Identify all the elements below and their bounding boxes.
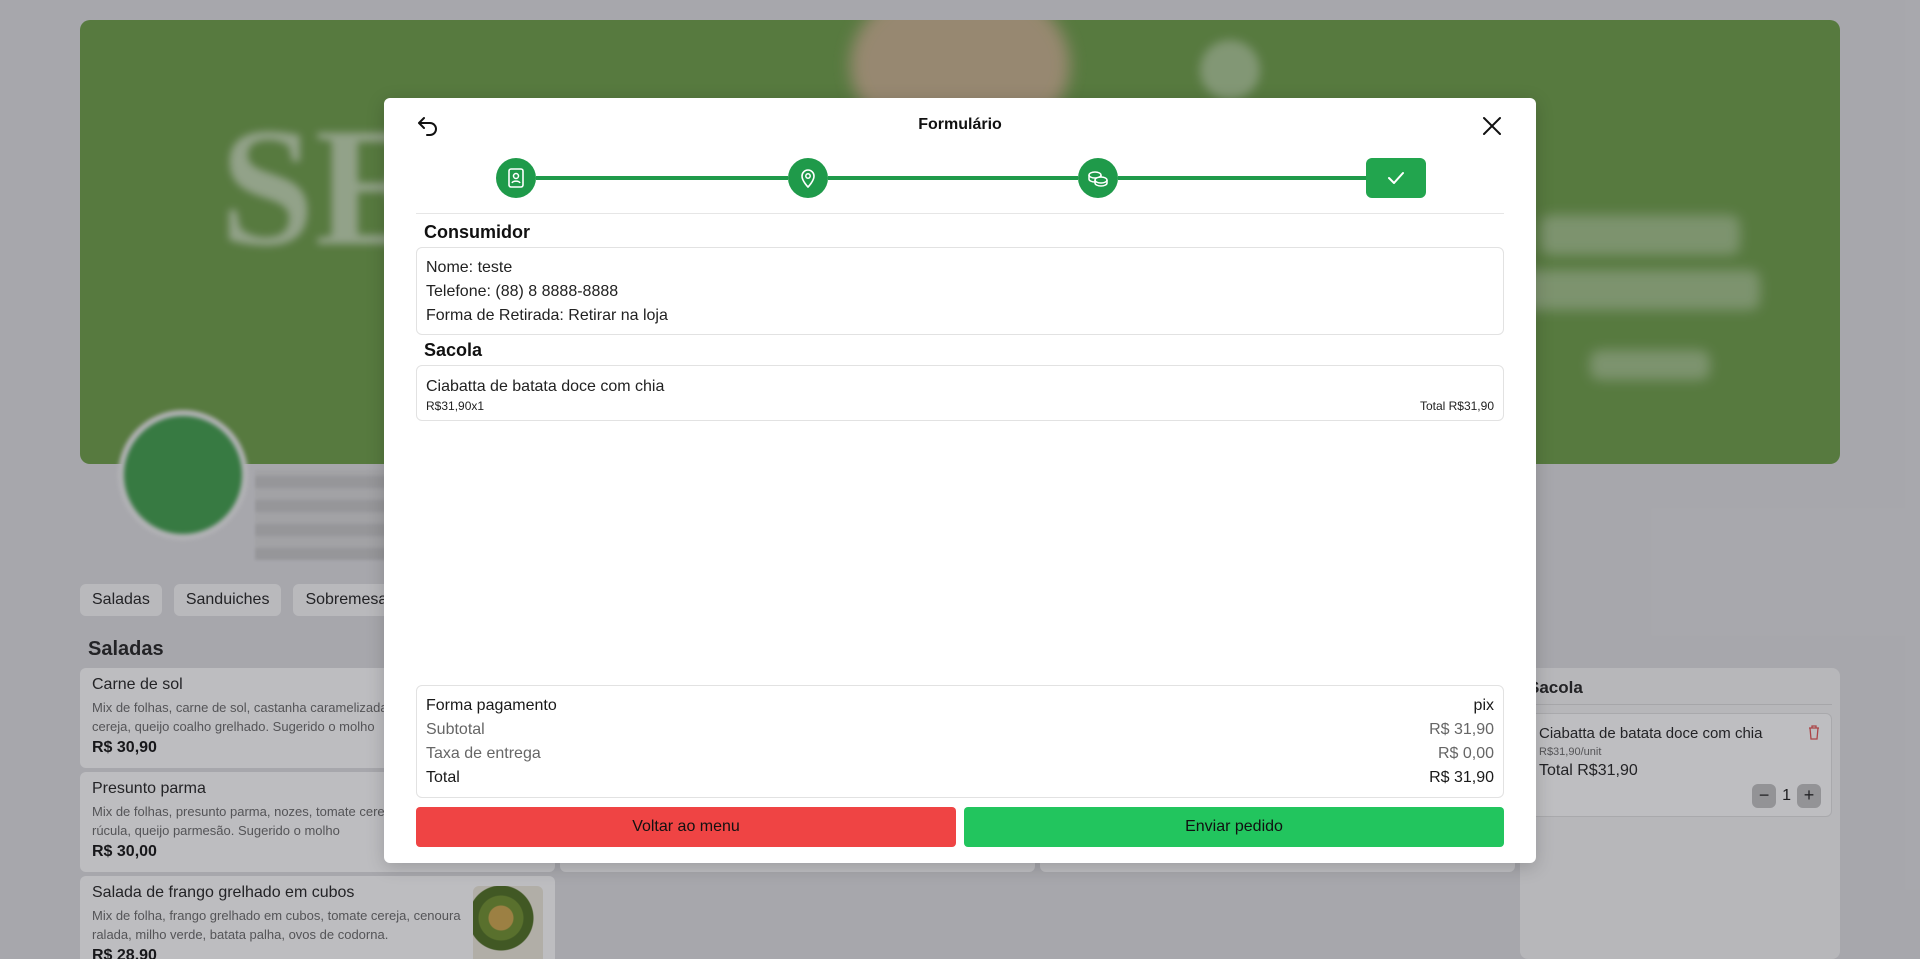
bag-item-name: Ciabatta de batata doce com chia [426,378,665,395]
modal-header: Formulário [384,98,1536,154]
order-form-modal: Formulário Consumidor Nome: teste Telefo… [384,98,1536,863]
step-location-icon[interactable] [788,158,828,198]
bag-section-title: Sacola [424,340,483,360]
step-connector [1118,176,1368,180]
payment-method-label: Forma pagamento [426,697,557,714]
step-connector [828,176,1078,180]
bag-item-total: Total R$31,90 [1419,399,1494,413]
total-value: R$ 31,90 [1429,769,1494,786]
back-to-menu-button[interactable]: Voltar ao menu [416,807,956,847]
bag-item-qty-price: R$31,90x1 [426,399,485,413]
consumer-info-box: Nome: teste Telefone: (88) 8 8888-8888 F… [416,247,1504,335]
consumer-pickup-method: Forma de Retirada: Retirar na loja [426,307,668,324]
subtotal-label: Subtotal [426,721,485,738]
consumer-name: Nome: teste [426,259,513,276]
send-order-button[interactable]: Enviar pedido [964,807,1504,847]
payment-summary: Forma pagamento pix Subtotal R$ 31,90 Ta… [416,685,1504,798]
total-label: Total [426,769,460,786]
divider [416,213,1504,214]
close-icon[interactable] [1480,114,1504,138]
payment-method-value: pix [1473,697,1494,714]
step-confirm-check-icon[interactable] [1366,158,1426,198]
delivery-fee-label: Taxa de entrega [426,745,541,762]
step-payment-coins-icon[interactable] [1078,158,1118,198]
modal-title: Formulário [918,116,1002,133]
subtotal-value: R$ 31,90 [1429,721,1494,738]
form-stepper [496,158,1426,198]
consumer-section-title: Consumidor [424,222,530,242]
delivery-fee-value: R$ 0,00 [1437,745,1494,762]
step-contact-icon[interactable] [496,158,536,198]
bag-item-box: Ciabatta de batata doce com chia R$31,90… [416,365,1504,421]
step-connector [536,176,788,180]
consumer-phone: Telefone: (88) 8 8888-8888 [426,283,619,300]
